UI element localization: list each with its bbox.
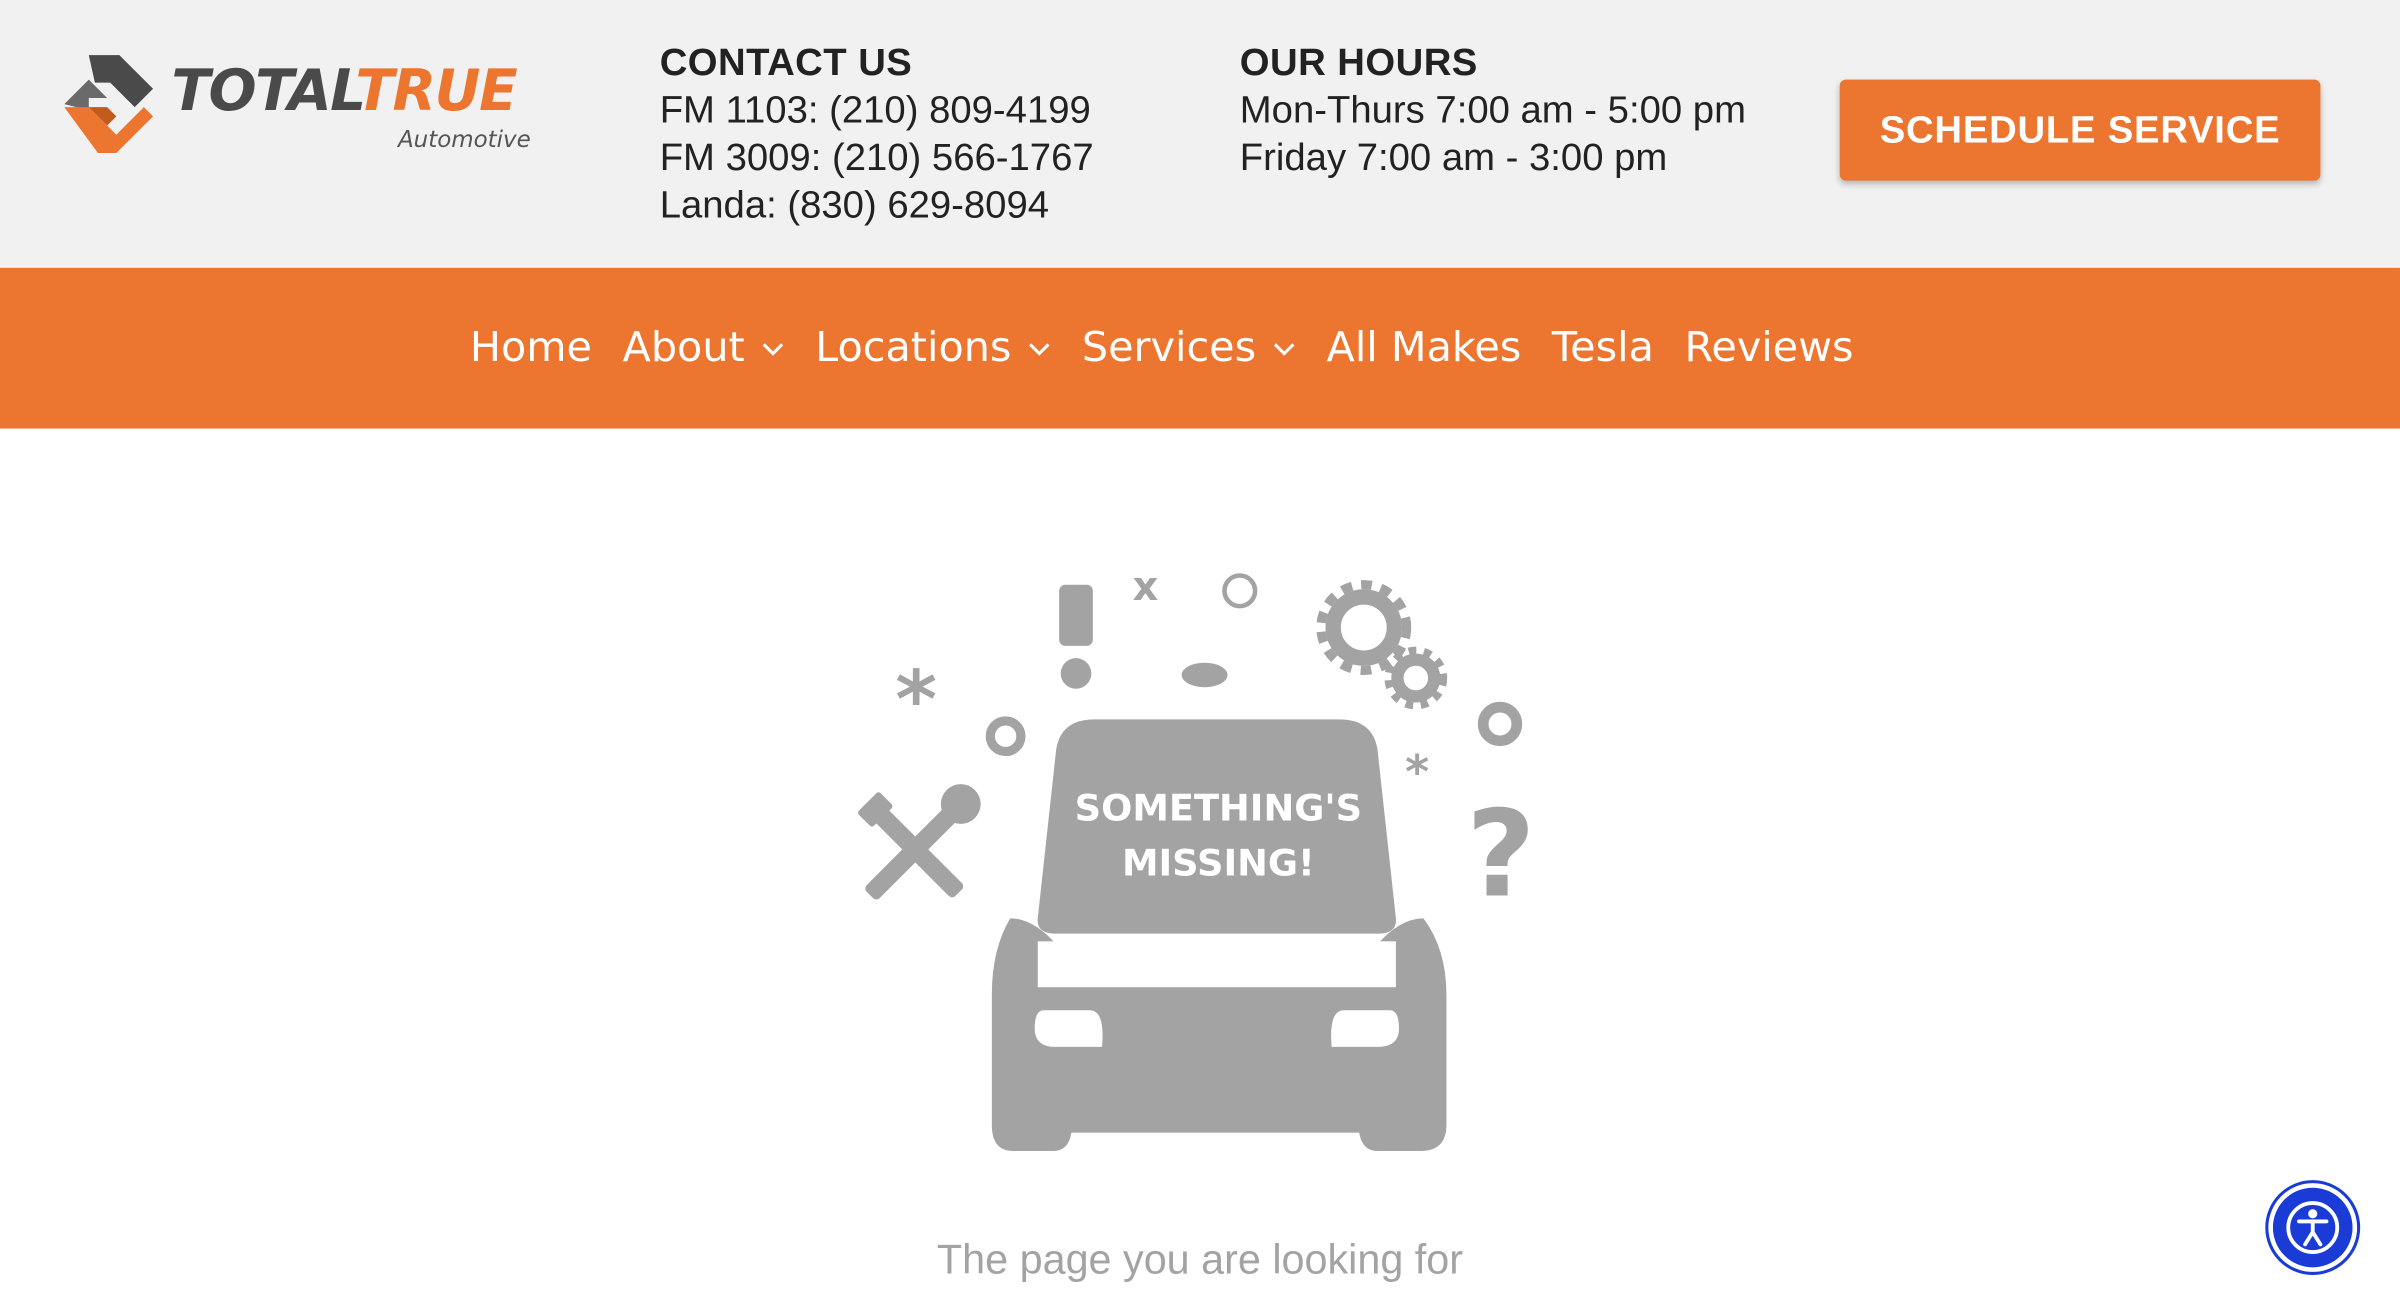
svg-text:?: ? <box>1466 785 1535 924</box>
nav-item-label: All Makes <box>1326 324 1522 372</box>
svg-text:x: x <box>1133 564 1159 610</box>
nav-item-all-makes[interactable]: All Makes <box>1327 324 1522 371</box>
contact-title: CONTACT US <box>659 41 913 85</box>
logo-mark-icon <box>64 55 154 154</box>
logo-subtitle: Automotive <box>397 125 531 154</box>
nav-item-tesla[interactable]: Tesla <box>1552 324 1654 371</box>
hours-weekday: Mon-Thurs 7:00 am - 5:00 pm <box>1239 88 1746 132</box>
nav-item-label: Tesla <box>1551 324 1654 372</box>
nav-item-label: Home <box>469 324 592 372</box>
contact-block: CONTACT US FM 1103: (210) 809-4199 FM 30… <box>660 40 1094 230</box>
nav-item-label: Locations <box>815 324 1012 372</box>
phone-fm3009[interactable]: FM 3009: (210) 566-1767 <box>660 135 1094 182</box>
error-heading-line2: MISSING! <box>1121 841 1315 885</box>
hours-title: OUR HOURS <box>1239 41 1478 85</box>
nav-item-about[interactable]: About <box>622 324 785 372</box>
schedule-service-button[interactable]: SCHEDULE SERVICE <box>1839 79 2321 181</box>
logo-wordmark: TOTALTRUE <box>171 58 517 124</box>
chevron-down-icon <box>1273 342 1294 355</box>
logo[interactable]: TOTALTRUE Automotive <box>61 52 581 159</box>
error-message: The page you are looking for <box>936 1236 1464 1283</box>
nav-item-home[interactable]: Home <box>470 324 592 371</box>
main-nav: Home About Locations Services All Makes … <box>0 267 2400 429</box>
chevron-down-icon <box>762 342 783 355</box>
accessibility-icon <box>2286 1201 2340 1254</box>
hours-block: OUR HOURS Mon-Thurs 7:00 am - 5:00 pm Fr… <box>1240 40 1746 182</box>
phone-fm1103[interactable]: FM 1103: (210) 809-4199 <box>660 87 1094 134</box>
nav-item-label: About <box>622 324 745 372</box>
nav-item-label: Services <box>1081 324 1257 372</box>
nav-item-reviews[interactable]: Reviews <box>1685 324 1854 371</box>
nav-item-locations[interactable]: Locations <box>815 324 1051 372</box>
svg-text:*: * <box>1405 745 1429 799</box>
hours-friday: Friday 7:00 am - 3:00 pm <box>1239 136 1668 180</box>
nav-item-label: Reviews <box>1684 324 1854 372</box>
error-heading: SOMETHING'S MISSING! <box>1065 781 1371 891</box>
nav-item-services[interactable]: Services <box>1081 324 1296 372</box>
chevron-down-icon <box>1028 342 1050 355</box>
error-heading-line1: SOMETHING'S <box>1074 786 1363 830</box>
svg-text:*: * <box>895 653 937 746</box>
phone-landa[interactable]: Landa: (830) 629-8094 <box>660 182 1094 229</box>
top-bar: TOTALTRUE Automotive CONTACT US FM 1103:… <box>0 0 2400 268</box>
accessibility-button[interactable] <box>2268 1183 2358 1272</box>
